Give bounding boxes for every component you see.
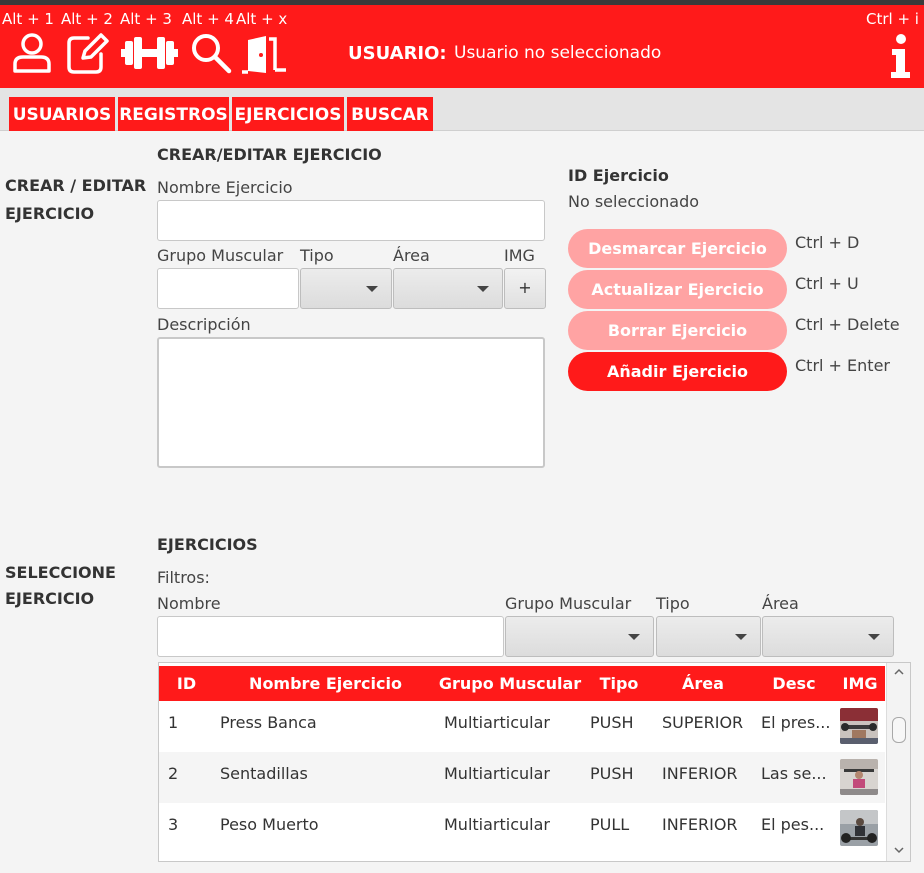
select-section-side-label: SELECCIONE EJERCICIO	[5, 563, 116, 608]
column-header-type[interactable]: Tipo	[583, 666, 655, 701]
cell-group: Multiarticular	[444, 764, 550, 783]
cell-group: Multiarticular	[444, 713, 550, 732]
tab-ejercicios[interactable]: EJERCICIOS	[232, 97, 344, 131]
tab-buscar[interactable]: BUSCAR	[347, 97, 433, 131]
update-shortcut-label: Ctrl + U	[795, 274, 859, 293]
deselect-exercise-button[interactable]: Desmarcar Ejercicio	[568, 229, 787, 268]
cell-desc: El pres...	[761, 713, 831, 732]
delete-shortcut-label: Ctrl + Delete	[795, 315, 900, 334]
table-scrollbar[interactable]	[886, 663, 910, 861]
table-header: ID Nombre Ejercicio Grupo Muscular Tipo …	[159, 666, 885, 701]
filter-muscle-group-select[interactable]	[505, 616, 654, 657]
cell-name: Peso Muerto	[220, 815, 319, 834]
area-select[interactable]	[393, 268, 503, 309]
user-label: USUARIO:	[348, 43, 447, 64]
shortcut-label-exit: Alt + x	[236, 10, 288, 28]
cell-area: INFERIOR	[662, 815, 738, 834]
delete-exercise-button[interactable]: Borrar Ejercicio	[568, 311, 787, 350]
column-header-id[interactable]: ID	[159, 666, 214, 701]
cell-id: 1	[168, 713, 179, 732]
shortcut-label-info: Ctrl + i	[866, 10, 919, 28]
column-header-img[interactable]: IMG	[837, 666, 883, 701]
shortcut-label-users: Alt + 1	[2, 10, 54, 28]
description-textarea[interactable]	[157, 337, 545, 468]
exercise-thumbnail-image	[840, 708, 878, 744]
img-label: IMG	[504, 246, 535, 265]
tab-registros[interactable]: REGISTROS	[118, 97, 229, 131]
cell-name: Sentadillas	[220, 764, 308, 783]
info-icon[interactable]	[889, 33, 911, 79]
cell-id: 2	[168, 764, 179, 783]
update-exercise-button[interactable]: Actualizar Ejercicio	[568, 270, 787, 309]
tab-usuarios[interactable]: USUARIOS	[9, 97, 115, 131]
chevron-down-icon	[366, 286, 378, 292]
edit-section-side-label: CREAR / EDITAR EJERCICIO	[5, 176, 147, 223]
type-label: Tipo	[300, 246, 334, 265]
exit-door-icon[interactable]	[242, 32, 288, 74]
exercise-name-input[interactable]	[157, 200, 545, 241]
chevron-down-icon	[735, 634, 747, 640]
exercise-name-label: Nombre Ejercicio	[157, 178, 293, 197]
tab-bar: USUARIOS REGISTROS EJERCICIOS BUSCAR	[0, 88, 924, 131]
exercise-id-title: ID Ejercicio	[568, 166, 669, 185]
table-row[interactable]: 3 Peso Muerto Multiarticular PULL INFERI…	[159, 803, 885, 854]
column-header-area[interactable]: Área	[655, 666, 751, 701]
add-exercise-button[interactable]: Añadir Ejercicio	[568, 352, 787, 391]
table-row[interactable]: 2 Sentadillas Multiarticular PUSH INFERI…	[159, 752, 885, 803]
add-shortcut-label: Ctrl + Enter	[795, 356, 890, 375]
exercises-section-title: EJERCICIOS	[157, 535, 258, 554]
shortcut-label-exercises: Alt + 3	[120, 10, 172, 28]
exercise-id-value: No seleccionado	[568, 192, 700, 211]
app-header: Alt + 1 Alt + 2 Alt + 3 Alt + 4 Alt + x …	[0, 5, 924, 88]
cell-area: INFERIOR	[662, 764, 738, 783]
edit-icon[interactable]	[66, 32, 110, 74]
muscle-group-label: Grupo Muscular	[157, 246, 284, 265]
filter-name-input[interactable]	[157, 616, 504, 657]
scroll-up-icon[interactable]	[894, 667, 904, 677]
current-user-value: Usuario no seleccionado	[454, 43, 662, 63]
area-label: Área	[393, 246, 430, 265]
cell-group: Multiarticular	[444, 815, 550, 834]
cell-type: PUSH	[590, 713, 634, 732]
chevron-down-icon	[628, 634, 640, 640]
cell-type: PUSH	[590, 764, 634, 783]
cell-desc: El pes...	[761, 815, 825, 834]
shortcut-label-records: Alt + 2	[61, 10, 113, 28]
cell-id: 3	[168, 815, 179, 834]
scroll-down-icon[interactable]	[894, 845, 904, 855]
chevron-down-icon	[868, 634, 880, 640]
shortcut-label-search: Alt + 4	[182, 10, 234, 28]
column-header-name[interactable]: Nombre Ejercicio	[214, 666, 437, 701]
add-image-button[interactable]: +	[504, 268, 546, 309]
cell-type: PULL	[590, 815, 630, 834]
scrollbar-thumb[interactable]	[892, 717, 906, 743]
cell-desc: Las se...	[761, 764, 827, 783]
exercises-table: ID Nombre Ejercicio Grupo Muscular Tipo …	[158, 662, 911, 862]
column-header-group[interactable]: Grupo Muscular	[437, 666, 583, 701]
deselect-shortcut-label: Ctrl + D	[795, 233, 860, 252]
filter-type-label: Tipo	[656, 594, 690, 613]
user-icon[interactable]	[12, 32, 52, 74]
filter-group-label: Grupo Muscular	[505, 594, 632, 613]
exercise-thumbnail-image	[840, 810, 878, 846]
muscle-group-input[interactable]	[157, 268, 299, 309]
filter-type-select[interactable]	[656, 616, 761, 657]
cell-name: Press Banca	[220, 713, 317, 732]
search-icon[interactable]	[190, 32, 232, 74]
table-row[interactable]: 1 Press Banca Multiarticular PUSH SUPERI…	[159, 701, 885, 752]
exercise-thumbnail-image	[840, 759, 878, 795]
type-select[interactable]	[300, 268, 392, 309]
edit-section-title: CREAR/EDITAR EJERCICIO	[157, 145, 382, 164]
filters-label: Filtros:	[157, 568, 210, 587]
column-header-desc[interactable]: Desc	[751, 666, 837, 701]
dumbbell-icon[interactable]	[121, 32, 178, 74]
cell-area: SUPERIOR	[662, 713, 744, 732]
chevron-down-icon	[477, 286, 489, 292]
description-label: Descripción	[157, 315, 251, 334]
filter-area-label: Área	[762, 594, 799, 613]
filter-area-select[interactable]	[762, 616, 894, 657]
filter-name-label: Nombre	[157, 594, 221, 613]
